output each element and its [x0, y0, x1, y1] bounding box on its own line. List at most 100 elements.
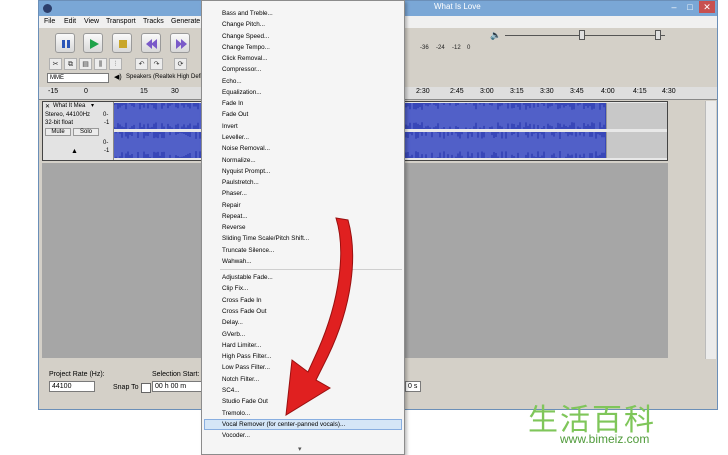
effect-menu-item[interactable]: Invert — [222, 123, 238, 130]
effect-menu-item[interactable]: Leveller... — [222, 134, 249, 141]
watermark-url: www.bimeiz.com — [560, 432, 650, 446]
solo-button[interactable]: Solo — [73, 128, 99, 136]
pause-icon — [62, 40, 70, 48]
effect-menu-item[interactable]: Change Tempo... — [222, 44, 270, 51]
snap-to-checkbox[interactable] — [141, 383, 151, 393]
speaker-output-icon: ◀) — [114, 74, 122, 81]
ruler-tick: 3:45 — [570, 88, 584, 95]
copy-icon[interactable]: ⧉ — [64, 58, 77, 70]
effect-menu-item[interactable]: Clip Fix... — [222, 285, 248, 292]
effect-menu-item[interactable]: Echo... — [222, 78, 242, 85]
scale-label: -1 — [104, 148, 110, 154]
meter-tick: -36 — [420, 45, 429, 51]
menu-file[interactable]: File — [44, 18, 55, 25]
scale-label: 0- — [103, 140, 109, 146]
effect-menu-item[interactable]: Vocoder... — [222, 432, 250, 439]
volume-slider-track[interactable] — [505, 35, 665, 36]
volume-slider-handle[interactable] — [579, 30, 585, 40]
mute-button[interactable]: Mute — [45, 128, 71, 136]
redo-icon[interactable]: ↷ — [150, 58, 163, 70]
effect-menu-item[interactable]: Paulstretch... — [222, 179, 259, 186]
effect-menu-item[interactable]: Noise Removal... — [222, 145, 270, 152]
speed-slider-handle[interactable] — [655, 30, 661, 40]
effect-menu-item[interactable]: Equalization... — [222, 89, 262, 96]
stop-icon — [119, 40, 127, 48]
vertical-scrollbar[interactable] — [705, 101, 716, 359]
minimize-icon[interactable]: – — [667, 1, 681, 13]
speaker-icon: 🔈 — [490, 30, 502, 40]
project-rate-label: Project Rate (Hz): — [49, 371, 105, 378]
red-arrow-annotation — [285, 217, 354, 416]
maximize-icon[interactable]: □ — [683, 1, 697, 13]
ruler-tick: 30 — [171, 88, 179, 95]
play-button[interactable] — [83, 33, 103, 53]
effect-menu-item[interactable]: Bass and Treble... — [222, 10, 273, 17]
ruler-tick: 15 — [140, 88, 148, 95]
effect-menu-item[interactable]: Tremolo... — [222, 410, 250, 417]
effect-menu-item[interactable]: Normalize... — [222, 157, 256, 164]
menu-edit[interactable]: Edit — [64, 18, 76, 25]
menu-transport[interactable]: Transport — [106, 18, 136, 25]
track-close-icon[interactable]: ✕ — [45, 103, 50, 110]
selection-start-label: Selection Start: — [152, 371, 200, 378]
ruler-tick: 4:00 — [601, 88, 615, 95]
skip-start-button[interactable] — [141, 33, 161, 53]
collapse-icon[interactable]: ▲ — [71, 148, 78, 155]
effect-menu-item[interactable]: Delay... — [222, 319, 243, 326]
track-control-panel: ✕ What It Mea ▾ Stereo, 44100Hz 32-bit f… — [43, 102, 114, 160]
arrow-shape — [285, 217, 354, 416]
output-device[interactable]: Speakers (Realtek High Defi — [126, 74, 202, 80]
paste-icon[interactable]: ▤ — [79, 58, 92, 70]
ruler-tick: 2:30 — [416, 88, 430, 95]
trim-outside-icon[interactable]: ⫼ — [94, 58, 107, 70]
project-rate-select[interactable]: 44100 — [49, 381, 95, 392]
meter-tick: 0 — [467, 45, 471, 51]
skip-start-icon — [146, 39, 157, 49]
effect-menu-item[interactable]: Click Removal... — [222, 55, 268, 62]
host-select[interactable]: MME — [47, 73, 109, 83]
effect-menu-item[interactable]: Nyquist Prompt... — [222, 168, 270, 175]
close-icon[interactable]: ✕ — [699, 1, 715, 13]
menu-tracks[interactable]: Tracks — [143, 18, 164, 25]
effect-menu-item[interactable]: Phaser... — [222, 190, 247, 197]
scale-label: 0- — [103, 112, 109, 118]
track-info: Stereo, 44100Hz — [45, 112, 91, 118]
effect-menu-item[interactable]: Repair — [222, 202, 241, 209]
undo-icon[interactable]: ↶ — [135, 58, 148, 70]
effect-menu-item[interactable]: Repeat... — [222, 213, 248, 220]
effect-menu-item[interactable]: Change Speed... — [222, 33, 269, 40]
effect-menu-item[interactable]: Reverse — [222, 224, 245, 231]
effect-menu-item[interactable]: Fade In — [222, 100, 243, 107]
ruler-tick: 3:15 — [510, 88, 524, 95]
ruler-tick: -15 — [48, 88, 59, 95]
track-menu-chevron-icon[interactable]: ▾ — [91, 102, 94, 109]
selection-start-field[interactable]: 00 h 00 m — [152, 381, 204, 392]
ruler-tick: 2:45 — [450, 88, 464, 95]
ruler-tick: 0 — [84, 88, 88, 95]
waveform-empty-region — [606, 103, 667, 129]
scale-label: -1 — [104, 120, 110, 126]
trim-icon[interactable]: ✂ — [49, 58, 62, 70]
ruler-tick: 3:00 — [480, 88, 494, 95]
skip-end-icon — [176, 39, 187, 49]
effect-menu-item[interactable]: Compressor... — [222, 66, 261, 73]
ruler-tick: 3:30 — [540, 88, 554, 95]
stop-button[interactable] — [112, 33, 132, 53]
menu-generate[interactable]: Generate — [171, 18, 200, 25]
effect-menu-item[interactable]: Change Pitch... — [222, 21, 265, 28]
sync-lock-icon[interactable]: ⟳ — [174, 58, 187, 70]
scroll-down-icon[interactable]: ▾ — [298, 445, 302, 453]
play-icon — [90, 39, 99, 49]
effect-menu-item[interactable]: GVerb... — [222, 331, 245, 338]
skip-end-button[interactable] — [170, 33, 190, 53]
track-name[interactable]: What It Mea — [53, 103, 85, 109]
menu-view[interactable]: View — [84, 18, 99, 25]
ruler-tick: 4:15 — [633, 88, 647, 95]
selection-end-suffix[interactable]: 0 s — [405, 381, 421, 392]
effect-menu-item[interactable]: SC4... — [222, 387, 240, 394]
silence-icon[interactable]: ⫶ — [109, 58, 122, 70]
waveform-empty-region — [606, 132, 667, 158]
ruler-tick: 4:30 — [662, 88, 676, 95]
pause-button[interactable] — [55, 33, 75, 53]
effect-menu-item[interactable]: Fade Out — [222, 111, 248, 118]
